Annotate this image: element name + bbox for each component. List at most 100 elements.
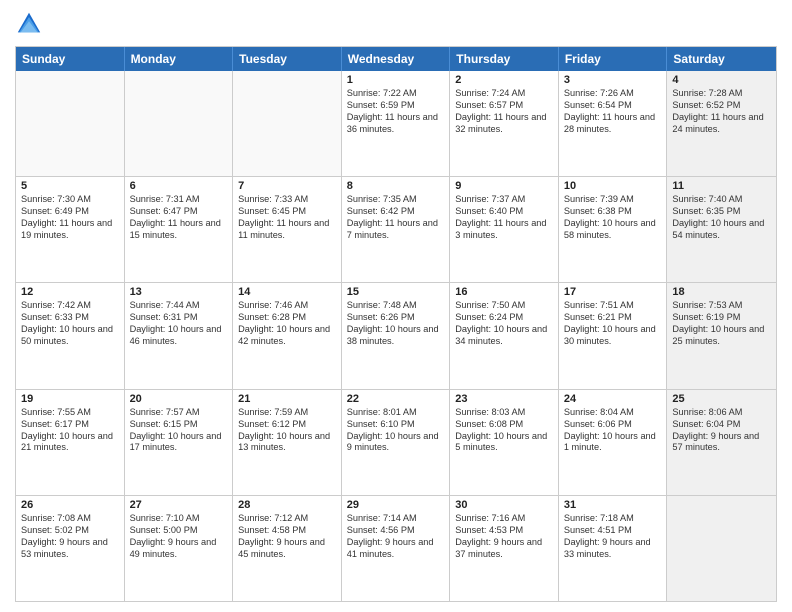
calendar-cell: 3Sunrise: 7:26 AMSunset: 6:54 PMDaylight… [559, 71, 668, 176]
daylight-text: Daylight: 11 hours and 28 minutes. [564, 112, 662, 136]
calendar-cell: 17Sunrise: 7:51 AMSunset: 6:21 PMDayligh… [559, 283, 668, 388]
sunrise-text: Sunrise: 7:22 AM [347, 88, 445, 100]
sunset-text: Sunset: 6:40 PM [455, 206, 553, 218]
sunrise-text: Sunrise: 7:08 AM [21, 513, 119, 525]
day-number: 8 [347, 180, 445, 192]
day-number: 21 [238, 393, 336, 405]
day-number: 23 [455, 393, 553, 405]
sunset-text: Sunset: 6:08 PM [455, 419, 553, 431]
sunset-text: Sunset: 6:12 PM [238, 419, 336, 431]
daylight-text: Daylight: 9 hours and 33 minutes. [564, 537, 662, 561]
calendar-row: 19Sunrise: 7:55 AMSunset: 6:17 PMDayligh… [16, 389, 776, 495]
calendar-cell: 27Sunrise: 7:10 AMSunset: 5:00 PMDayligh… [125, 496, 234, 601]
day-number: 22 [347, 393, 445, 405]
calendar-cell: 14Sunrise: 7:46 AMSunset: 6:28 PMDayligh… [233, 283, 342, 388]
sunrise-text: Sunrise: 7:57 AM [130, 407, 228, 419]
sunset-text: Sunset: 6:47 PM [130, 206, 228, 218]
calendar-cell: 5Sunrise: 7:30 AMSunset: 6:49 PMDaylight… [16, 177, 125, 282]
calendar-cell: 23Sunrise: 8:03 AMSunset: 6:08 PMDayligh… [450, 390, 559, 495]
day-number: 6 [130, 180, 228, 192]
day-number: 10 [564, 180, 662, 192]
sunset-text: Sunset: 6:42 PM [347, 206, 445, 218]
day-number: 27 [130, 499, 228, 511]
calendar-cell: 16Sunrise: 7:50 AMSunset: 6:24 PMDayligh… [450, 283, 559, 388]
day-number: 4 [672, 74, 771, 86]
calendar-cell: 13Sunrise: 7:44 AMSunset: 6:31 PMDayligh… [125, 283, 234, 388]
day-number: 2 [455, 74, 553, 86]
sunset-text: Sunset: 6:17 PM [21, 419, 119, 431]
calendar-cell: 4Sunrise: 7:28 AMSunset: 6:52 PMDaylight… [667, 71, 776, 176]
day-number: 17 [564, 286, 662, 298]
sunset-text: Sunset: 4:51 PM [564, 525, 662, 537]
calendar-cell: 28Sunrise: 7:12 AMSunset: 4:58 PMDayligh… [233, 496, 342, 601]
calendar-cell [667, 496, 776, 601]
sunrise-text: Sunrise: 7:37 AM [455, 194, 553, 206]
calendar-cell: 24Sunrise: 8:04 AMSunset: 6:06 PMDayligh… [559, 390, 668, 495]
daylight-text: Daylight: 10 hours and 21 minutes. [21, 431, 119, 455]
day-number: 25 [672, 393, 771, 405]
sunset-text: Sunset: 6:59 PM [347, 100, 445, 112]
sunrise-text: Sunrise: 8:01 AM [347, 407, 445, 419]
daylight-text: Daylight: 10 hours and 1 minute. [564, 431, 662, 455]
day-number: 13 [130, 286, 228, 298]
sunset-text: Sunset: 6:15 PM [130, 419, 228, 431]
logo-icon [15, 10, 43, 38]
calendar-cell [233, 71, 342, 176]
sunrise-text: Sunrise: 7:33 AM [238, 194, 336, 206]
daylight-text: Daylight: 9 hours and 41 minutes. [347, 537, 445, 561]
day-number: 14 [238, 286, 336, 298]
calendar-cell: 11Sunrise: 7:40 AMSunset: 6:35 PMDayligh… [667, 177, 776, 282]
daylight-text: Daylight: 10 hours and 17 minutes. [130, 431, 228, 455]
day-number: 15 [347, 286, 445, 298]
sunrise-text: Sunrise: 7:31 AM [130, 194, 228, 206]
page-header [15, 10, 777, 38]
daylight-text: Daylight: 11 hours and 36 minutes. [347, 112, 445, 136]
logo [15, 10, 47, 38]
calendar-cell: 18Sunrise: 7:53 AMSunset: 6:19 PMDayligh… [667, 283, 776, 388]
day-number: 30 [455, 499, 553, 511]
daylight-text: Daylight: 11 hours and 32 minutes. [455, 112, 553, 136]
day-number: 12 [21, 286, 119, 298]
day-number: 9 [455, 180, 553, 192]
sunset-text: Sunset: 6:33 PM [21, 312, 119, 324]
calendar-cell: 8Sunrise: 7:35 AMSunset: 6:42 PMDaylight… [342, 177, 451, 282]
weekday-header: Thursday [450, 47, 559, 71]
sunset-text: Sunset: 6:04 PM [672, 419, 771, 431]
daylight-text: Daylight: 11 hours and 15 minutes. [130, 218, 228, 242]
sunrise-text: Sunrise: 7:55 AM [21, 407, 119, 419]
day-number: 31 [564, 499, 662, 511]
day-number: 28 [238, 499, 336, 511]
daylight-text: Daylight: 10 hours and 30 minutes. [564, 324, 662, 348]
calendar-cell: 20Sunrise: 7:57 AMSunset: 6:15 PMDayligh… [125, 390, 234, 495]
sunrise-text: Sunrise: 8:06 AM [672, 407, 771, 419]
sunset-text: Sunset: 6:54 PM [564, 100, 662, 112]
sunset-text: Sunset: 6:52 PM [672, 100, 771, 112]
sunset-text: Sunset: 6:24 PM [455, 312, 553, 324]
daylight-text: Daylight: 10 hours and 25 minutes. [672, 324, 771, 348]
sunrise-text: Sunrise: 7:44 AM [130, 300, 228, 312]
sunset-text: Sunset: 4:56 PM [347, 525, 445, 537]
daylight-text: Daylight: 11 hours and 19 minutes. [21, 218, 119, 242]
calendar-cell: 31Sunrise: 7:18 AMSunset: 4:51 PMDayligh… [559, 496, 668, 601]
calendar-cell: 21Sunrise: 7:59 AMSunset: 6:12 PMDayligh… [233, 390, 342, 495]
daylight-text: Daylight: 10 hours and 58 minutes. [564, 218, 662, 242]
weekday-header: Sunday [16, 47, 125, 71]
calendar-cell: 12Sunrise: 7:42 AMSunset: 6:33 PMDayligh… [16, 283, 125, 388]
calendar-row: 5Sunrise: 7:30 AMSunset: 6:49 PMDaylight… [16, 176, 776, 282]
sunset-text: Sunset: 6:57 PM [455, 100, 553, 112]
sunset-text: Sunset: 6:26 PM [347, 312, 445, 324]
calendar-cell: 6 Sunrise: 7:31 AMSunset: 6:47 PMDaylight… [125, 177, 234, 282]
calendar-cell [125, 71, 234, 176]
sunrise-text: Sunrise: 7:42 AM [21, 300, 119, 312]
daylight-text: Daylight: 9 hours and 53 minutes. [21, 537, 119, 561]
sunrise-text: Sunrise: 7:10 AM [130, 513, 228, 525]
weekday-header: Wednesday [342, 47, 451, 71]
calendar-cell: 9Sunrise: 7:37 AMSunset: 6:40 PMDaylight… [450, 177, 559, 282]
daylight-text: Daylight: 11 hours and 7 minutes. [347, 218, 445, 242]
calendar-cell: 2Sunrise: 7:24 AMSunset: 6:57 PMDaylight… [450, 71, 559, 176]
sunrise-text: Sunrise: 7:26 AM [564, 88, 662, 100]
daylight-text: Daylight: 11 hours and 24 minutes. [672, 112, 771, 136]
calendar-cell: 19Sunrise: 7:55 AMSunset: 6:17 PMDayligh… [16, 390, 125, 495]
sunset-text: Sunset: 5:02 PM [21, 525, 119, 537]
daylight-text: Daylight: 11 hours and 11 minutes. [238, 218, 336, 242]
